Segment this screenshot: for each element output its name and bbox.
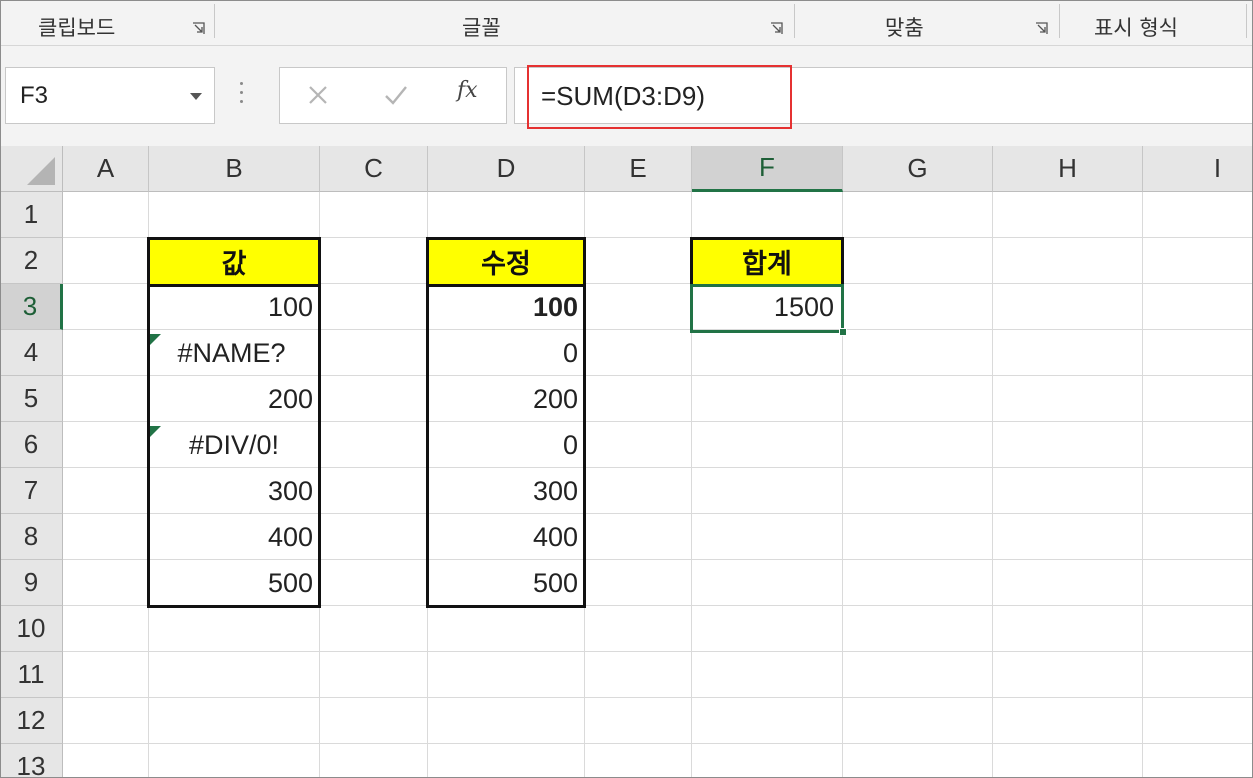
error-indicator-icon[interactable]	[149, 426, 161, 438]
ribbon-group-clipboard: 클립보드	[0, 0, 215, 46]
cell-d2-header[interactable]: 수정	[428, 239, 584, 284]
chevron-down-icon[interactable]	[190, 93, 202, 100]
row-header-10[interactable]: 10	[0, 606, 63, 652]
column-header-g[interactable]: G	[843, 146, 993, 192]
cell-d6[interactable]: 0	[428, 422, 584, 468]
header-divider	[147, 284, 321, 287]
gridline	[1142, 192, 1143, 778]
ribbon-group-label: 글꼴	[462, 16, 501, 40]
column-header-a[interactable]: A	[63, 146, 149, 192]
formula-text[interactable]: =SUM(D3:D9)	[541, 81, 705, 112]
ribbon: 클립보드 글꼴 맞춤 표시 형식	[0, 0, 1253, 46]
dialog-launcher-icon[interactable]	[770, 22, 783, 35]
cell-b8[interactable]: 400	[149, 514, 319, 560]
row-header-13[interactable]: 13	[0, 744, 63, 778]
drag-handle-icon[interactable]	[240, 82, 244, 110]
column-header-b[interactable]: B	[149, 146, 320, 192]
name-box-value: F3	[20, 82, 49, 109]
row-header-4[interactable]: 4	[0, 330, 63, 376]
column-header-d[interactable]: D	[428, 146, 585, 192]
gridline	[63, 237, 1253, 238]
cell-b4[interactable]: #NAME?	[149, 330, 314, 376]
select-all-button[interactable]	[0, 146, 63, 192]
active-cell-outline	[690, 284, 844, 333]
row-header-2[interactable]: 2	[0, 238, 63, 284]
gridline	[319, 192, 320, 778]
cell-d8[interactable]: 400	[428, 514, 584, 560]
column-header-i[interactable]: I	[1143, 146, 1253, 192]
ribbon-group-label: 표시 형식	[1094, 16, 1178, 40]
header-divider	[426, 284, 586, 287]
row-header-8[interactable]: 8	[0, 514, 63, 560]
row-header-3[interactable]: 3	[0, 284, 63, 330]
ribbon-group-font: 글꼴	[215, 0, 795, 46]
fill-handle[interactable]	[839, 328, 847, 336]
row-header-7[interactable]: 7	[0, 468, 63, 514]
cell-d3[interactable]: 100	[428, 284, 584, 330]
insert-function-icon[interactable]: fx	[457, 78, 478, 103]
formula-buttons: fx	[279, 67, 507, 124]
dialog-launcher-icon[interactable]	[192, 22, 205, 35]
gridline	[842, 192, 843, 778]
gridline	[992, 192, 993, 778]
cell-b6[interactable]: #DIV/0!	[149, 422, 319, 468]
column-header-h[interactable]: H	[993, 146, 1143, 192]
column-header-f[interactable]: F	[692, 146, 843, 192]
column-header-e[interactable]: E	[585, 146, 692, 192]
formula-bar-area: F3 fx =SUM(D3:D9)	[0, 46, 1253, 146]
column-header-c[interactable]: C	[320, 146, 428, 192]
cell-d4[interactable]: 0	[428, 330, 584, 376]
gridline	[63, 651, 1253, 652]
ribbon-separator	[1246, 4, 1247, 38]
row-header-9[interactable]: 9	[0, 560, 63, 606]
row-header-5[interactable]: 5	[0, 376, 63, 422]
ribbon-group-label: 맞춤	[885, 16, 924, 40]
cell-b9[interactable]: 500	[149, 560, 319, 606]
ribbon-group-label: 클립보드	[38, 16, 116, 40]
gridline	[63, 743, 1253, 744]
cancel-icon[interactable]	[297, 76, 339, 116]
cell-d5[interactable]: 200	[428, 376, 584, 422]
row-header-11[interactable]: 11	[0, 652, 63, 698]
error-indicator-icon[interactable]	[149, 334, 161, 346]
select-all-triangle-icon	[27, 157, 55, 185]
ribbon-group-alignment: 맞춤	[795, 0, 1060, 46]
cell-b2-header[interactable]: 값	[149, 239, 319, 284]
ribbon-group-number: 표시 형식	[1060, 0, 1253, 46]
gridline	[584, 192, 585, 778]
cell-b5[interactable]: 200	[149, 376, 319, 422]
row-header-6[interactable]: 6	[0, 422, 63, 468]
cell-f2-header[interactable]: 합계	[692, 239, 842, 284]
worksheet-grid[interactable]: A B C D E F G H I 1 2 3 4 5 6 7 8 9 10 1…	[0, 146, 1253, 778]
row-header-1[interactable]: 1	[0, 192, 63, 238]
gridline	[63, 697, 1253, 698]
cell-b7[interactable]: 300	[149, 468, 319, 514]
cell-d9[interactable]: 500	[428, 560, 584, 606]
row-header-12[interactable]: 12	[0, 698, 63, 744]
dialog-launcher-icon[interactable]	[1035, 22, 1048, 35]
name-box[interactable]: F3	[5, 67, 215, 124]
cell-b3[interactable]: 100	[149, 284, 319, 330]
enter-check-icon[interactable]	[375, 76, 417, 116]
cell-d7[interactable]: 300	[428, 468, 584, 514]
